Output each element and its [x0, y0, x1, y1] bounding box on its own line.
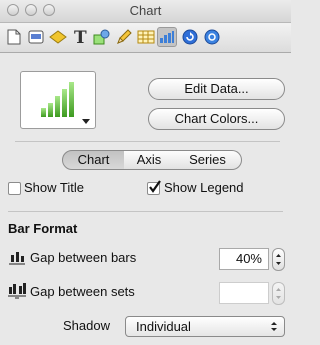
chart-icon[interactable] — [157, 27, 177, 47]
pencil-icon[interactable] — [114, 27, 134, 47]
checkmark-icon — [149, 180, 161, 193]
more-icon[interactable] — [202, 27, 222, 47]
show-title-label: Show Title — [24, 180, 84, 195]
title-bar: Chart — [0, 0, 291, 23]
gap-between-bars-stepper[interactable] — [272, 248, 285, 271]
gap-between-bars-icon — [9, 252, 25, 265]
table-icon[interactable] — [136, 27, 156, 47]
edit-data-button[interactable]: Edit Data... — [148, 78, 285, 100]
tab-axis[interactable]: Axis — [124, 150, 175, 170]
divider — [8, 211, 283, 212]
gap-between-sets-stepper[interactable] — [272, 282, 285, 305]
divider — [15, 141, 280, 142]
gap-between-sets-label: Gap between sets — [30, 284, 135, 299]
chart-colors-button[interactable]: Chart Colors... — [148, 108, 285, 130]
popup-arrows-icon — [271, 322, 277, 331]
tab-series[interactable]: Series — [174, 150, 242, 170]
stepper-arrows-icon — [276, 254, 281, 265]
window-title: Chart — [129, 3, 162, 18]
tab-chart[interactable]: Chart — [62, 150, 125, 170]
show-legend-checkbox[interactable] — [147, 180, 161, 195]
chart-type-picker[interactable] — [20, 71, 96, 129]
layout-icon[interactable] — [26, 27, 46, 47]
shapes-icon[interactable] — [92, 27, 112, 47]
shadow-label: Shadow — [63, 318, 110, 333]
show-legend-label: Show Legend — [164, 180, 244, 195]
stepper-arrows-icon — [276, 288, 281, 299]
metrics-icon[interactable] — [180, 27, 200, 47]
text-icon[interactable]: T — [70, 27, 90, 47]
chevron-down-icon — [82, 119, 90, 124]
inspector-toolbar: T — [0, 23, 291, 53]
graphic-icon[interactable] — [48, 27, 68, 47]
bar-format-heading: Bar Format — [8, 221, 78, 236]
show-title-checkbox[interactable] — [8, 182, 21, 195]
gap-between-sets-icon — [8, 283, 26, 299]
document-icon[interactable] — [4, 27, 24, 47]
shadow-popup[interactable]: Individual — [125, 316, 285, 337]
gap-between-bars-field[interactable]: 40% — [219, 248, 269, 270]
gap-between-sets-field[interactable] — [219, 282, 269, 304]
svg-text:T: T — [74, 29, 87, 45]
gap-between-bars-label: Gap between bars — [30, 250, 137, 265]
shadow-value: Individual — [136, 319, 191, 334]
